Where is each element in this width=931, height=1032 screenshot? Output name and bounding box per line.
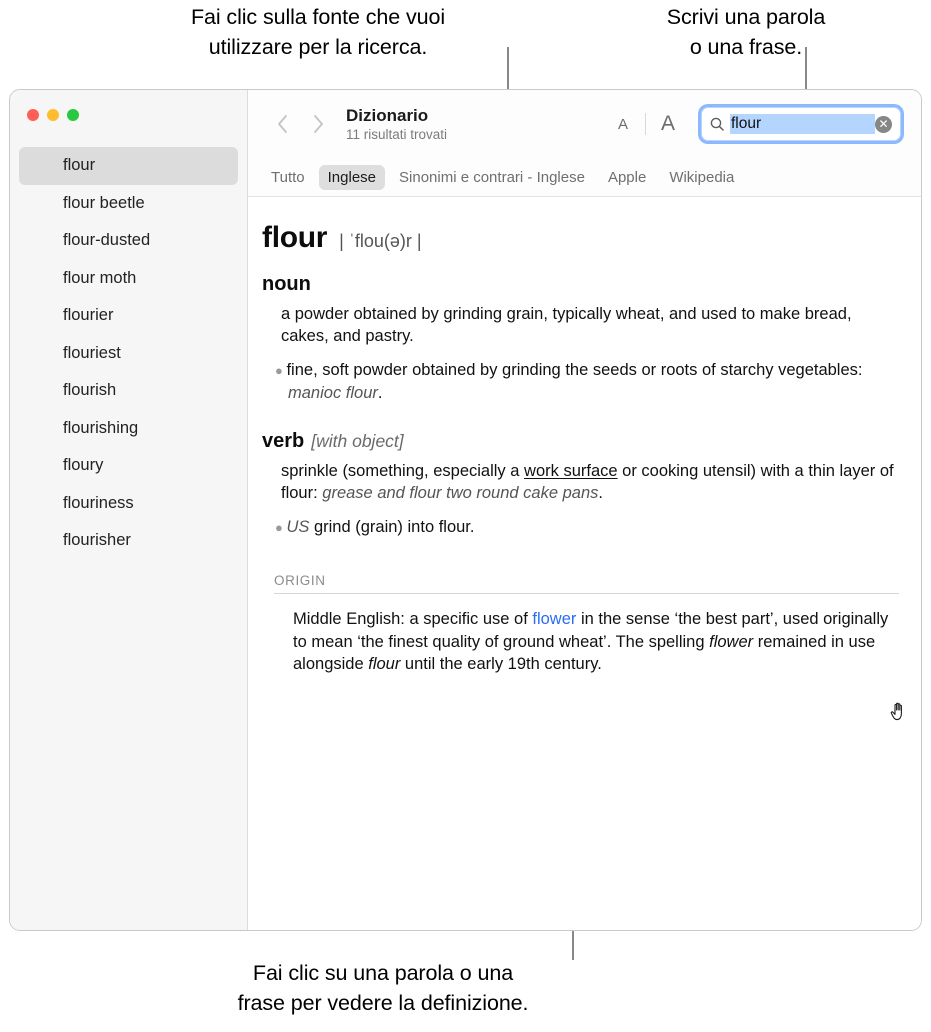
sidebar-item-flourisher[interactable]: flourisher: [19, 522, 238, 560]
origin-text[interactable]: Middle English: a specific use of flower…: [293, 608, 899, 676]
close-button[interactable]: [27, 109, 39, 121]
origin-italic-flour: flour: [368, 655, 401, 673]
bullet-icon: ●: [275, 363, 287, 378]
sidebar-item-flour[interactable]: flour: [19, 147, 238, 185]
sense-text: a powder obtained by grinding grain, typ…: [281, 305, 852, 345]
pos-label: verb: [262, 430, 305, 452]
pos-label: noun: [262, 273, 311, 295]
window-controls: [27, 109, 79, 121]
tab-inglese[interactable]: Inglese: [318, 164, 386, 190]
dictionary-window: flour flour beetle flour-dusted flour mo…: [9, 89, 922, 931]
subsense-punct: .: [377, 384, 383, 402]
sidebar-item-flourishing[interactable]: flourishing: [19, 410, 238, 448]
chevron-right-icon: [312, 114, 325, 134]
tab-wikipedia[interactable]: Wikipedia: [660, 165, 743, 190]
sidebar-item-label: flouriest: [63, 343, 121, 362]
pointing-hand-cursor: [888, 699, 910, 723]
callout-click-word-text: Fai clic su una parola o una frase per v…: [237, 961, 529, 1015]
part-of-speech-verb: verb [with object]: [262, 430, 899, 453]
source-tab-bar: Tutto Inglese Sinonimi e contrari - Ingl…: [248, 158, 921, 197]
subsense-text: fine, soft powder obtained by grinding t…: [286, 361, 863, 379]
callout-type-word-text: Scrivi una parola o una frase.: [666, 5, 826, 59]
search-field[interactable]: flour ✕: [701, 107, 901, 141]
part-of-speech-noun: noun: [262, 273, 899, 296]
noun-sense-1[interactable]: a powder obtained by grinding grain, typ…: [281, 303, 899, 347]
noun-subsense-1[interactable]: ● fine, soft powder obtained by grinding…: [275, 359, 899, 404]
sense-example: grease and flour two round cake pans: [322, 484, 599, 502]
sidebar-item-floury[interactable]: floury: [19, 447, 238, 485]
hovered-phrase-link[interactable]: work surface: [524, 462, 618, 480]
definition-pane: flour | ˈflou(ə)r | noun a powder obtain…: [248, 197, 921, 930]
subsense-text: grind (grain) into flour.: [309, 518, 475, 536]
sidebar-item-flouriness[interactable]: flouriness: [19, 485, 238, 523]
origin-divider: [274, 593, 899, 594]
sidebar-item-label: flour: [63, 156, 96, 175]
tab-sinonimi-contrari-inglese[interactable]: Sinonimi e contrari - Inglese: [390, 165, 594, 190]
sense-punct: .: [598, 484, 603, 502]
tab-apple[interactable]: Apple: [599, 165, 655, 190]
search-input[interactable]: flour: [730, 114, 875, 134]
sidebar: flour flour beetle flour-dusted flour mo…: [10, 90, 248, 930]
search-icon: [710, 117, 724, 131]
sidebar-item-label: floury: [63, 456, 104, 475]
callout-source-text: Fai clic sulla fonte che vuoi utilizzare…: [190, 5, 446, 59]
sidebar-item-label: flour beetle: [63, 193, 145, 212]
increase-font-size-button[interactable]: A: [651, 112, 685, 136]
back-button[interactable]: [264, 106, 300, 142]
sidebar-item-flour-dusted[interactable]: flour-dusted: [19, 222, 238, 260]
chevron-left-icon: [276, 114, 289, 134]
origin-text-post: until the early 19th century.: [400, 655, 602, 673]
clear-icon[interactable]: ✕: [875, 115, 892, 133]
origin-label: ORIGIN: [274, 573, 326, 588]
origin-text-pre: Middle English: a specific use of: [293, 610, 533, 628]
toolbar-divider: [645, 113, 646, 135]
verb-sense-1[interactable]: sprinkle (something, especially a work s…: [281, 460, 899, 504]
sidebar-item-label: flourier: [63, 306, 114, 325]
sidebar-item-label: flourisher: [63, 531, 131, 550]
tab-tutto[interactable]: Tutto: [262, 165, 314, 190]
forward-button[interactable]: [300, 106, 336, 142]
grammar-note: [with object]: [311, 431, 404, 451]
sidebar-item-flour-beetle[interactable]: flour beetle: [19, 185, 238, 223]
sidebar-item-flouriest[interactable]: flouriest: [19, 335, 238, 373]
origin-section: ORIGIN Middle English: a specific use of…: [262, 573, 899, 676]
origin-link-flower[interactable]: flower: [532, 610, 576, 628]
subsense-example: manioc flour: [288, 384, 378, 402]
title-block: Dizionario 11 risultati trovati: [346, 105, 447, 144]
screenshot-root: Fai clic sulla fonte che vuoi utilizzare…: [0, 0, 931, 1032]
region-label: US: [286, 518, 310, 536]
pronunciation: | ˈflou(ə)r |: [339, 231, 422, 251]
zoom-button[interactable]: [67, 109, 79, 121]
font-size-controls: A A: [606, 112, 685, 136]
sense-text-pre: sprinkle (something, especially a: [281, 462, 525, 480]
content-pane: Dizionario 11 risultati trovati A A flou…: [248, 90, 921, 930]
sidebar-item-flourier[interactable]: flourier: [19, 297, 238, 335]
toolbar: Dizionario 11 risultati trovati A A flou…: [248, 90, 921, 158]
result-count-label: 11 risultati trovati: [346, 126, 448, 142]
sidebar-item-flour-moth[interactable]: flour moth: [19, 260, 238, 298]
headword: flour: [262, 221, 328, 254]
sidebar-item-label: flour moth: [63, 268, 137, 287]
search-results-list: flour flour beetle flour-dusted flour mo…: [10, 147, 247, 560]
sidebar-item-label: flourish: [63, 381, 117, 400]
bullet-icon: ●: [275, 520, 287, 535]
sidebar-item-label: flour-dusted: [63, 231, 151, 250]
verb-subsense-1[interactable]: ● US grind (grain) into flour.: [275, 516, 899, 539]
headword-row: flour | ˈflou(ə)r |: [262, 221, 899, 255]
decrease-font-size-button[interactable]: A: [606, 116, 640, 133]
sidebar-item-label: flouriness: [63, 493, 134, 512]
minimize-button[interactable]: [47, 109, 59, 121]
origin-italic-flower: flower: [709, 632, 754, 651]
sidebar-item-flourish[interactable]: flourish: [19, 372, 238, 410]
app-title: Dizionario: [346, 105, 429, 125]
sidebar-item-label: flourishing: [63, 418, 139, 437]
